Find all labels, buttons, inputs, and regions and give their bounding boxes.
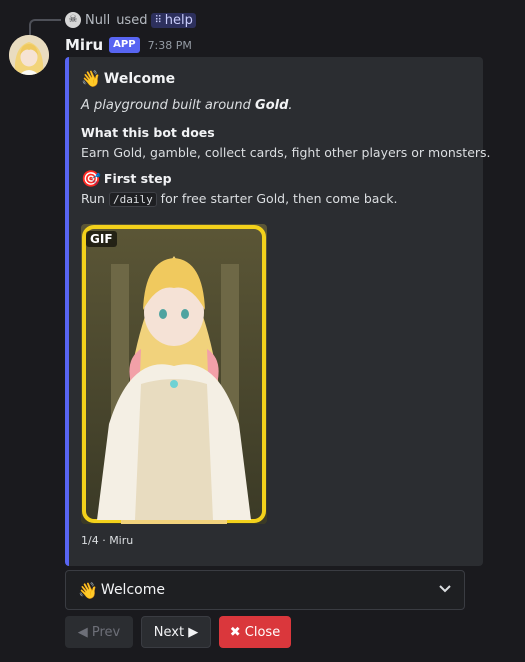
command-name: help (164, 12, 193, 28)
message-timestamp: 7:38 PM (147, 38, 192, 52)
command-mention[interactable]: ⠿ help (151, 12, 196, 28)
daily-command-code: /daily (108, 192, 157, 207)
description-suffix: . (288, 98, 293, 113)
next-button[interactable]: Next ▶ (141, 616, 211, 648)
description-prefix: A playground built around (81, 98, 256, 113)
embed-title-text: Welcome (103, 70, 176, 87)
select-value: Welcome (100, 582, 165, 598)
reply-used-text: used (116, 12, 148, 28)
chevron-down-icon (438, 581, 452, 599)
embed-footer: 1/4 · Miru (81, 534, 134, 547)
message-header: Miru APP 7:38 PM (65, 34, 192, 56)
waving-hand-icon: 👋 (81, 69, 101, 88)
waving-hand-icon: 👋 (78, 580, 98, 600)
reply-connector-line (29, 19, 61, 37)
embed-description: A playground built around Gold. (81, 98, 293, 113)
embed-title: 👋 Welcome (81, 69, 175, 88)
target-icon: 🎯 (81, 169, 101, 188)
field-first-step-value: Run /daily for free starter Gold, then c… (81, 191, 398, 207)
gif-badge: GIF (86, 231, 117, 247)
page-select-dropdown[interactable]: 👋 Welcome (65, 570, 465, 610)
close-button[interactable]: ✖ Close (219, 616, 291, 648)
reply-username[interactable]: Null (85, 13, 110, 28)
first-step-run: Run (81, 191, 109, 206)
embed-card: 👋 Welcome A playground built around Gold… (65, 57, 491, 566)
skull-icon: ☠ (65, 12, 81, 28)
field-first-step-name: 🎯 First step (81, 169, 172, 188)
avatar[interactable] (9, 35, 49, 75)
first-step-rest: for free starter Gold, then come back. (156, 191, 398, 206)
field-what-this-bot-does-value: Earn Gold, gamble, collect cards, fight … (81, 145, 491, 160)
description-bold: Gold (255, 98, 289, 113)
field-first-step-label: First step (103, 171, 172, 186)
grid-icon: ⠿ (154, 14, 162, 26)
field-what-this-bot-does-name: What this bot does (81, 125, 215, 140)
embed-gif-image[interactable]: GIF (81, 224, 267, 524)
bot-username[interactable]: Miru (65, 36, 103, 54)
prev-button[interactable]: ◀ Prev (65, 616, 133, 648)
reply-context[interactable]: ☠ Null used ⠿ help (65, 11, 196, 29)
app-badge: APP (109, 37, 140, 53)
